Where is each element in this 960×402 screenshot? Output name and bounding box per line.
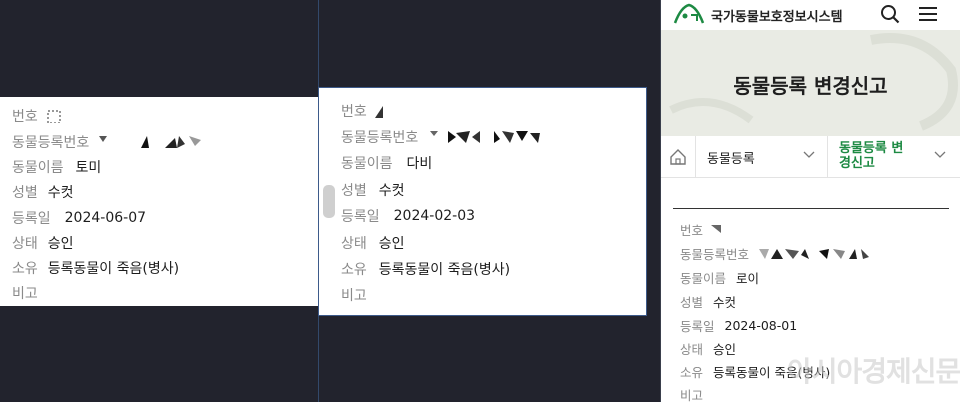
row-name: 동물이름 토미 bbox=[12, 157, 101, 177]
row-name: 동물이름 로이 bbox=[680, 268, 759, 287]
label-ownership: 소유 bbox=[12, 261, 38, 277]
row-status: 상태 승인 bbox=[341, 233, 405, 253]
value-name: 로이 bbox=[736, 271, 760, 286]
label-status: 상태 bbox=[341, 236, 367, 252]
row-sex: 성별 수컷 bbox=[680, 292, 736, 311]
label-ownership: 소유 bbox=[680, 365, 704, 380]
value-sex: 수컷 bbox=[47, 185, 74, 201]
row-name: 동물이름 다비 bbox=[341, 153, 432, 173]
label-reg-no: 동물등록번호 bbox=[12, 135, 90, 151]
row-status: 상태 승인 bbox=[680, 339, 736, 358]
mobile-site-panel: 국가동물보호정보시스템 동물등록 변경신고 동물등록 동물등록 변경신고 번호 … bbox=[661, 0, 960, 402]
gap bbox=[647, 0, 661, 402]
search-icon[interactable] bbox=[880, 4, 900, 24]
row-remarks: 비고 bbox=[12, 283, 38, 303]
row-number: 번호 bbox=[680, 220, 723, 239]
label-reg-no: 동물등록번호 bbox=[680, 247, 750, 262]
label-remarks: 비고 bbox=[12, 286, 38, 302]
redacted-reg-no bbox=[759, 248, 870, 259]
site-title[interactable]: 국가동물보호정보시스템 bbox=[711, 6, 843, 25]
section-rule bbox=[673, 208, 949, 209]
value-ownership: 등록동물이 죽음(병사) bbox=[47, 261, 180, 277]
row-number: 번호 bbox=[341, 101, 387, 121]
label-sex: 성별 bbox=[680, 295, 704, 310]
chevron-down-icon[interactable] bbox=[803, 151, 815, 159]
row-reg-date: 등록일 2024-02-03 bbox=[341, 206, 475, 226]
label-reg-date: 등록일 bbox=[341, 209, 380, 225]
breadcrumb-item-change-report[interactable]: 동물등록 변경신고 bbox=[839, 141, 909, 171]
label-ownership: 소유 bbox=[341, 262, 367, 278]
row-reg-no: 동물등록번호 bbox=[680, 244, 875, 263]
label-name: 동물이름 bbox=[341, 156, 393, 172]
label-number: 번호 bbox=[12, 109, 38, 125]
label-sex: 성별 bbox=[12, 185, 38, 201]
row-reg-no: 동물등록번호 bbox=[12, 132, 207, 152]
label-status: 상태 bbox=[12, 236, 38, 252]
hero-banner: 동물등록 변경신고 bbox=[661, 30, 960, 136]
redacted-reg-no bbox=[99, 136, 202, 148]
row-reg-date: 등록일 2024-08-01 bbox=[680, 316, 797, 335]
breadcrumb-separator bbox=[695, 136, 696, 178]
value-sex: 수컷 bbox=[713, 295, 737, 310]
label-status: 상태 bbox=[680, 342, 704, 357]
screenshot-collage: 번호 동물등록번호 동물이름 토미 성별 수컷 등록일 2024-06-07 상… bbox=[0, 0, 960, 402]
menu-icon[interactable] bbox=[919, 6, 937, 22]
value-status: 승인 bbox=[378, 236, 405, 252]
chevron-down-icon[interactable] bbox=[934, 151, 946, 159]
breadcrumb-item-animal-registration[interactable]: 동물등록 bbox=[707, 148, 755, 167]
breadcrumb: 동물등록 동물등록 변경신고 bbox=[661, 136, 960, 178]
row-reg-no: 동물등록번호 bbox=[341, 127, 561, 147]
row-number: 번호 bbox=[12, 106, 64, 126]
value-name: 토미 bbox=[75, 160, 102, 176]
label-reg-no: 동물등록번호 bbox=[341, 130, 419, 146]
row-ownership: 소유 등록동물이 죽음(병사) bbox=[12, 258, 179, 278]
value-status: 승인 bbox=[713, 342, 737, 357]
value-reg-date: 2024-02-03 bbox=[393, 208, 476, 224]
label-remarks: 비고 bbox=[341, 288, 367, 304]
label-name: 동물이름 bbox=[680, 271, 727, 286]
record-panel-1: 번호 동물등록번호 동물이름 토미 성별 수컷 등록일 2024-06-07 상… bbox=[0, 97, 318, 306]
site-header: 국가동물보호정보시스템 bbox=[661, 0, 960, 30]
breadcrumb-separator bbox=[827, 136, 828, 178]
value-reg-date: 2024-06-07 bbox=[64, 210, 147, 226]
row-status: 상태 승인 bbox=[12, 233, 74, 253]
row-remarks: 비고 bbox=[341, 285, 367, 305]
label-name: 동물이름 bbox=[12, 160, 64, 176]
label-remarks: 비고 bbox=[680, 388, 704, 402]
watermark: 아시아경제신문 bbox=[787, 355, 960, 388]
redacted-reg-no bbox=[430, 131, 541, 143]
logo-icon[interactable] bbox=[673, 3, 705, 25]
label-number: 번호 bbox=[341, 104, 367, 120]
value-reg-date: 2024-08-01 bbox=[724, 318, 798, 333]
label-reg-date: 등록일 bbox=[12, 211, 51, 227]
label-reg-date: 등록일 bbox=[680, 319, 715, 334]
row-sex: 성별 수컷 bbox=[12, 182, 74, 202]
redacted-number bbox=[374, 106, 383, 118]
row-reg-date: 등록일 2024-06-07 bbox=[12, 208, 146, 228]
value-ownership: 등록동물이 죽음(병사) bbox=[378, 262, 511, 278]
label-number: 번호 bbox=[680, 223, 704, 238]
value-sex: 수컷 bbox=[378, 183, 405, 199]
scrollbar-thumb[interactable] bbox=[323, 185, 335, 218]
row-sex: 성별 수컷 bbox=[341, 180, 405, 200]
value-status: 승인 bbox=[47, 236, 74, 252]
row-remarks: 비고 bbox=[680, 385, 703, 402]
record-panel-2: 번호 동물등록번호 동물이름 다비 성별 수컷 등록일 2024-02-03 상… bbox=[318, 87, 647, 316]
row-ownership: 소유 등록동물이 죽음(병사) bbox=[341, 259, 510, 279]
redacted-number bbox=[47, 110, 61, 123]
hero-title: 동물등록 변경신고 bbox=[733, 74, 888, 98]
home-icon[interactable] bbox=[669, 148, 687, 166]
label-sex: 성별 bbox=[341, 183, 367, 199]
redacted-number bbox=[711, 224, 722, 233]
value-name: 다비 bbox=[406, 156, 433, 172]
